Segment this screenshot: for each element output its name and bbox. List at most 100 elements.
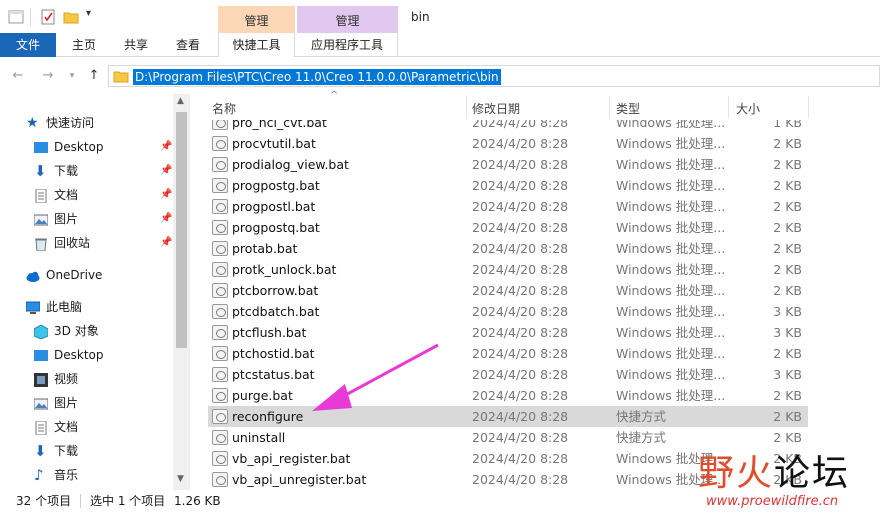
file-name: progpostl.bat [232,199,316,214]
context-group-label: 管理 [244,14,269,28]
watermark-logo: 野火论坛 www.proewildfire.cn [692,436,880,516]
file-date: 2024/4/20 8:28 [472,472,569,487]
file-type: Windows 批处理... [616,241,726,256]
file-date: 2024/4/20 8:28 [472,241,569,256]
column-header-size[interactable]: 大小 [736,100,760,117]
file-name: ptcborrow.bat [232,283,319,298]
file-row[interactable]: ptcflush.bat 2024/4/20 8:28 Windows 批处理...… [208,322,808,343]
desktop-icon [34,348,48,362]
file-size: 3 KB [773,367,802,382]
file-size: 2 KB [773,136,802,151]
column-separator[interactable] [466,96,467,118]
scroll-up-icon[interactable]: ▲ [177,96,184,106]
3d-objects-icon [33,324,49,340]
context-group-app-tools: 管理 [297,6,398,33]
column-separator[interactable] [808,96,809,118]
column-separator[interactable] [609,96,610,118]
file-row[interactable]: protk_unlock.bat 2024/4/20 8:28 Windows 批处… [208,259,808,280]
nav-label: 音乐 [54,468,79,482]
tab-home[interactable]: 主页 [62,33,106,57]
file-size: 1 KB [773,120,802,130]
pin-icon[interactable]: 📌 [160,184,172,206]
file-row[interactable]: ptcstatus.bat 2024/4/20 8:28 Windows 批处理..… [208,364,808,385]
file-type: Windows 批处理... [616,120,726,130]
pin-icon[interactable]: 📌 [160,136,172,158]
file-date: 2024/4/20 8:28 [472,367,569,382]
column-header-type[interactable]: 类型 [616,100,640,117]
pin-icon[interactable]: 📌 [160,160,172,182]
file-type: Windows 批处理... [616,136,726,151]
file-name: pro_ncl_cvt.bat [232,120,327,130]
file-row[interactable]: pro_ncl_cvt.bat 2024/4/20 8:28 Windows 批处理… [208,120,808,133]
customize-qat-icon[interactable]: ▾ [86,8,91,19]
chevron-down-icon[interactable]: ▾ [64,68,80,84]
file-row[interactable]: ptcdbatch.bat 2024/4/20 8:28 Windows 批处理..… [208,301,808,322]
file-size: 2 KB [773,262,802,277]
file-name: vb_api_unregister.bat [232,472,367,487]
file-row[interactable]: protab.bat 2024/4/20 8:28 Windows 批处理... 2 … [208,238,808,259]
arrow-right-icon[interactable]: → [40,68,56,84]
pin-icon[interactable]: 📌 [160,208,172,230]
properties-icon[interactable] [40,9,56,25]
nav-label: OneDrive [46,268,103,282]
file-row[interactable]: procvtutil.bat 2024/4/20 8:28 Windows 批处理.… [208,133,808,154]
column-header-name[interactable]: 名称 [212,100,236,117]
pin-icon[interactable]: 📌 [160,232,172,254]
context-group-label: 管理 [335,14,360,28]
folder-icon [113,68,129,87]
file-date: 2024/4/20 8:28 [472,220,569,235]
file-size: 2 KB [773,388,802,403]
file-name: vb_api_register.bat [232,451,351,466]
tab-file[interactable]: 文件 [0,33,56,57]
batch-file-icon [212,199,228,214]
batch-file-icon [212,451,228,466]
file-row[interactable]: purge.bat 2024/4/20 8:28 Windows 批处理... 2 K… [208,385,808,406]
batch-file-icon [212,325,228,340]
file-date: 2024/4/20 8:28 [472,409,569,424]
file-row[interactable]: reconfigure 2024/4/20 8:28 快捷方式 2 KB [208,406,808,427]
file-row[interactable]: ptcborrow.bat 2024/4/20 8:28 Windows 批处理..… [208,280,808,301]
file-type: 快捷方式 [616,409,667,424]
file-date: 2024/4/20 8:28 [472,136,569,151]
column-separator[interactable] [728,96,729,118]
file-list: pro_ncl_cvt.bat 2024/4/20 8:28 Windows 批处理… [208,120,808,490]
file-date: 2024/4/20 8:28 [472,430,569,445]
tab-app-tools[interactable]: 应用程序工具 [297,33,398,57]
file-size: 3 KB [773,304,802,319]
nav-label: Desktop [54,140,104,154]
batch-file-icon [212,283,228,298]
file-name: protk_unlock.bat [232,262,337,277]
file-list-header: ^ 名称 修改日期 类型 大小 [208,90,809,120]
scroll-down-icon[interactable]: ▼ [177,474,184,484]
new-folder-icon[interactable] [63,9,79,25]
file-type: Windows 批处理... [616,262,726,277]
arrow-left-icon[interactable]: ← [10,68,26,84]
tab-share[interactable]: 共享 [114,33,158,57]
file-type: Windows 批处理... [616,388,726,403]
tab-shortcut-tools[interactable]: 快捷工具 [218,33,295,57]
picture-icon [33,212,49,226]
nav-label: 文档 [54,420,79,434]
watermark-title-red: 野火 [698,453,775,494]
nav-label: 文档 [54,188,79,202]
file-name: purge.bat [232,388,293,403]
file-date: 2024/4/20 8:28 [472,178,569,193]
file-type: Windows 批处理... [616,220,726,235]
file-row[interactable]: prodialog_view.bat 2024/4/20 8:28 Windows … [208,154,808,175]
batch-file-icon [212,472,228,487]
file-name: prodialog_view.bat [232,157,349,172]
navigation-pane: ★ 快速访问 Desktop 📌 ⬇ 下载 📌 文档 📌 图片 📌 回收站 📌 … [0,94,190,490]
tab-view[interactable]: 查看 [166,33,210,57]
file-row[interactable]: progpostg.bat 2024/4/20 8:28 Windows 批处理..… [208,175,808,196]
arrow-up-icon[interactable]: ↑ [86,68,102,84]
file-row[interactable]: progpostl.bat 2024/4/20 8:28 Windows 批处理..… [208,196,808,217]
column-header-date[interactable]: 修改日期 [472,100,520,117]
address-path[interactable]: D:\Program Files\PTC\Creo 11.0\Creo 11.0… [133,69,501,85]
file-row[interactable]: ptchostid.bat 2024/4/20 8:28 Windows 批处理..… [208,343,808,364]
file-row[interactable]: progpostq.bat 2024/4/20 8:28 Windows 批处理..… [208,217,808,238]
file-name: reconfigure [232,409,304,424]
app-window-icon[interactable] [8,9,24,25]
address-bar[interactable]: D:\Program Files\PTC\Creo 11.0\Creo 11.0… [108,65,880,87]
file-name: uninstall [232,430,286,445]
nav-scrollbar-thumb[interactable] [176,112,187,348]
